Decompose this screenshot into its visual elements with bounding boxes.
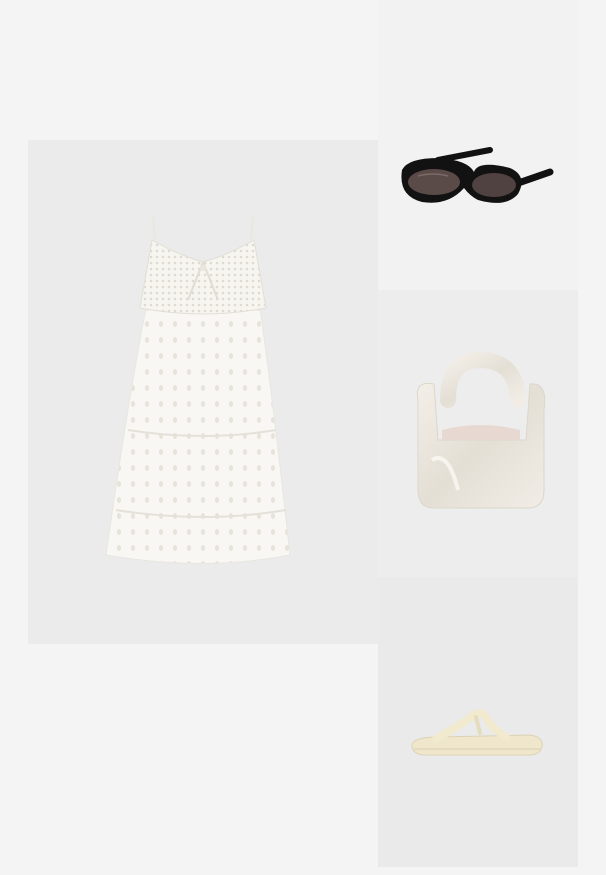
sandal-tile[interactable] [378, 577, 578, 867]
bag-image [416, 351, 546, 509]
bag-tile[interactable] [378, 290, 578, 577]
sandal-image [411, 709, 543, 756]
dress-tile[interactable] [28, 140, 378, 644]
dress-image [105, 215, 291, 564]
sunglasses-image [401, 147, 554, 203]
outfit-collage: { "collage": { "items": [ {"name": "whit… [0, 0, 606, 875]
sunglasses-tile[interactable] [378, 0, 578, 290]
